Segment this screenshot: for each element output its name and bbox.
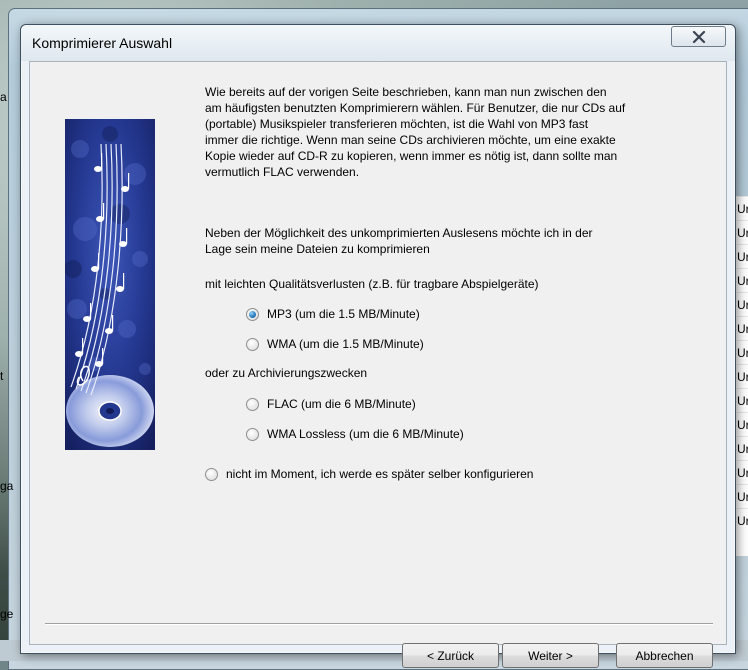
list-item: Ur: [737, 316, 748, 341]
next-button[interactable]: Weiter >: [502, 643, 599, 668]
radio-flac[interactable]: FLAC (um die 6 MB/Minute): [246, 397, 416, 411]
radio-label: WMA (um die 1.5 MB/Minute): [267, 337, 424, 351]
intro-line: (portable) Musikspieler transferieren mö…: [205, 117, 589, 131]
radio-label: nicht im Moment, ich werde es später sel…: [226, 467, 534, 481]
background-text: a: [0, 90, 7, 104]
radio-button[interactable]: [246, 337, 259, 351]
list-item: Ur: [737, 412, 748, 437]
background-text: t: [0, 369, 4, 383]
radio-configure-later[interactable]: nicht im Moment, ich werde es später sel…: [205, 467, 533, 481]
radio-wma-lossless[interactable]: WMA Lossless (um die 6 MB/Minute): [246, 427, 464, 441]
archive-heading: oder zu Archivierungszwecken: [205, 366, 368, 380]
close-button[interactable]: [671, 26, 726, 47]
background-text: ge: [0, 607, 14, 621]
paragraph-line: Lage sein meine Dateien zu komprimieren: [205, 242, 430, 256]
radio-button[interactable]: [205, 467, 218, 481]
compressor-selection-dialog: Komprimierer Auswahl Wie bereits auf der…: [20, 24, 736, 668]
list-item: Ur: [737, 388, 748, 413]
back-button[interactable]: < Zurück: [402, 643, 499, 668]
intro-line: Wie bereits auf der vorigen Seite beschr…: [205, 85, 607, 99]
list-item: Ur: [737, 460, 748, 485]
list-item: Ur: [737, 508, 748, 533]
intro-line: am häufigsten benutzten Komprimierern wä…: [205, 101, 626, 115]
intro-line: vermutlich FLAC verwenden.: [205, 165, 360, 179]
dialog-title: Komprimierer Auswahl: [32, 35, 173, 51]
radio-label: MP3 (um die 1.5 MB/Minute): [267, 307, 420, 321]
list-item: Ur: [737, 244, 748, 269]
list-item: Ur: [737, 364, 748, 389]
intro-line: Kopie wieder auf CD-R zu kopieren, wenn …: [205, 149, 618, 163]
intro-paragraph: Wie bereits auf der vorigen Seite beschr…: [205, 84, 675, 180]
list-item: Ur: [737, 292, 748, 317]
list-item: Ur: [737, 484, 748, 509]
close-icon: [692, 30, 705, 43]
radio-wma[interactable]: WMA (um die 1.5 MB/Minute): [246, 337, 424, 351]
radio-label: FLAC (um die 6 MB/Minute): [267, 397, 416, 411]
radio-button[interactable]: [246, 397, 259, 411]
paragraph-line: Neben der Möglichkeit des unkomprimierte…: [205, 226, 593, 240]
intro-line: immer die richtige. Wenn man seine CDs a…: [205, 133, 616, 147]
compression-paragraph: Neben der Möglichkeit des unkomprimierte…: [205, 225, 675, 257]
radio-mp3[interactable]: MP3 (um die 1.5 MB/Minute): [246, 307, 420, 321]
cancel-button[interactable]: Abbrechen: [616, 643, 713, 668]
radio-button[interactable]: [246, 427, 259, 441]
music-cd-illustration: [65, 119, 155, 450]
list-item: Ur: [737, 268, 748, 293]
button-separator: [45, 623, 713, 625]
list-item: Ur: [737, 436, 748, 461]
radio-button[interactable]: [246, 307, 259, 321]
lossy-heading: mit leichten Qualitätsverlusten (z.B. fü…: [205, 277, 539, 291]
list-item: Ur: [737, 196, 748, 221]
background-text: ga: [0, 479, 14, 493]
list-item: Ur: [737, 340, 748, 365]
dialog-titlebar[interactable]: Komprimierer Auswahl: [21, 25, 735, 61]
dialog-client-area: Wie bereits auf der vorigen Seite beschr…: [29, 61, 727, 668]
radio-label: WMA Lossless (um die 6 MB/Minute): [267, 427, 464, 441]
list-item: Ur: [737, 220, 748, 245]
